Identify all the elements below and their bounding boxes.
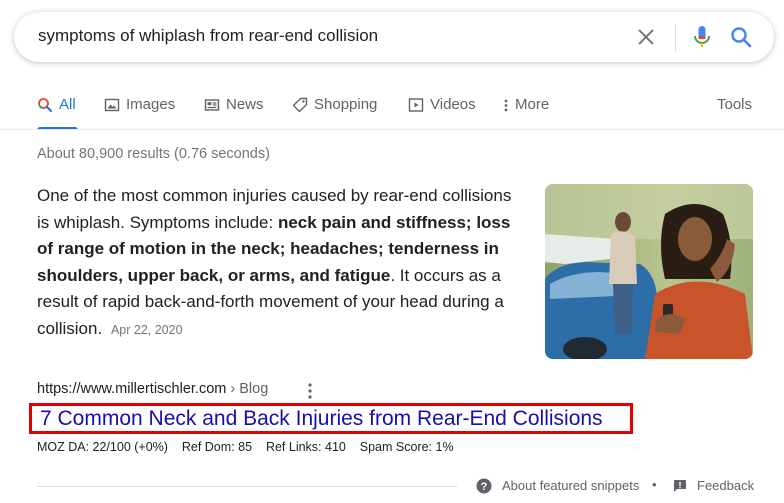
search-bar xyxy=(14,12,774,62)
about-featured-snippets-link[interactable]: About featured snippets xyxy=(502,478,639,493)
moz-metrics: MOZ DA: 22/100 (+0%) Ref Dom: 85 Ref Lin… xyxy=(37,440,454,454)
tab-label: Images xyxy=(126,96,176,113)
search-bar-divider xyxy=(675,24,676,52)
tab-label: More xyxy=(515,96,550,113)
tab-label: Shopping xyxy=(314,96,378,113)
microphone-icon[interactable] xyxy=(690,24,714,50)
tab-all[interactable]: All xyxy=(37,96,76,130)
feedback-icon[interactable] xyxy=(673,479,687,493)
tab-label: Videos xyxy=(430,96,476,113)
moz-spam-score: Spam Score: 1% xyxy=(359,440,454,454)
tabs-divider xyxy=(0,129,784,130)
tab-label: News xyxy=(226,96,264,113)
tools-button[interactable]: Tools xyxy=(717,96,752,130)
moz-da: MOZ DA: 22/100 (+0%) xyxy=(37,440,168,454)
tab-more[interactable]: More xyxy=(503,96,549,130)
tab-label: All xyxy=(59,96,76,113)
snippet-image[interactable] xyxy=(545,184,753,359)
vertical-dots-icon xyxy=(504,99,508,112)
play-icon xyxy=(408,98,424,112)
search-tabs: All Images News Shopping Videos More Too… xyxy=(0,96,784,130)
result-title-link[interactable]: 7 Common Neck and Back Injuries from Rea… xyxy=(29,403,633,434)
tab-news[interactable]: News xyxy=(204,96,264,130)
tag-icon xyxy=(292,97,308,113)
image-icon xyxy=(104,98,120,112)
news-icon xyxy=(204,99,220,111)
result-breadcrumb: › Blog xyxy=(226,381,269,397)
tools-label: Tools xyxy=(717,96,753,113)
moz-ref-links: Ref Links: 410 xyxy=(265,440,346,454)
search-submit-icon[interactable] xyxy=(729,25,753,49)
tab-shopping[interactable]: Shopping xyxy=(292,96,377,130)
more-options-icon[interactable] xyxy=(305,382,315,400)
feedback-link[interactable]: Feedback xyxy=(697,478,754,493)
featured-snippet-text: One of the most common injuries caused b… xyxy=(37,183,527,343)
help-icon[interactable]: ? xyxy=(476,478,492,494)
result-domain: https://www.millertischler.com xyxy=(37,381,227,397)
moz-ref-dom: Ref Dom: 85 xyxy=(181,440,253,454)
result-url[interactable]: https://www.millertischler.com › Blog xyxy=(37,381,268,397)
search-input[interactable] xyxy=(38,26,598,46)
footer-divider xyxy=(37,486,457,487)
tab-images[interactable]: Images xyxy=(104,96,175,130)
result-stats: About 80,900 results (0.76 seconds) xyxy=(37,146,270,162)
collision-photo-illustration xyxy=(545,184,753,359)
clear-icon[interactable] xyxy=(635,26,657,48)
search-icon xyxy=(38,98,52,112)
svg-text:?: ? xyxy=(481,481,488,493)
footer-separator: • xyxy=(652,477,657,492)
tab-videos[interactable]: Videos xyxy=(408,96,476,130)
snippet-date: Apr 22, 2020 xyxy=(110,322,183,337)
